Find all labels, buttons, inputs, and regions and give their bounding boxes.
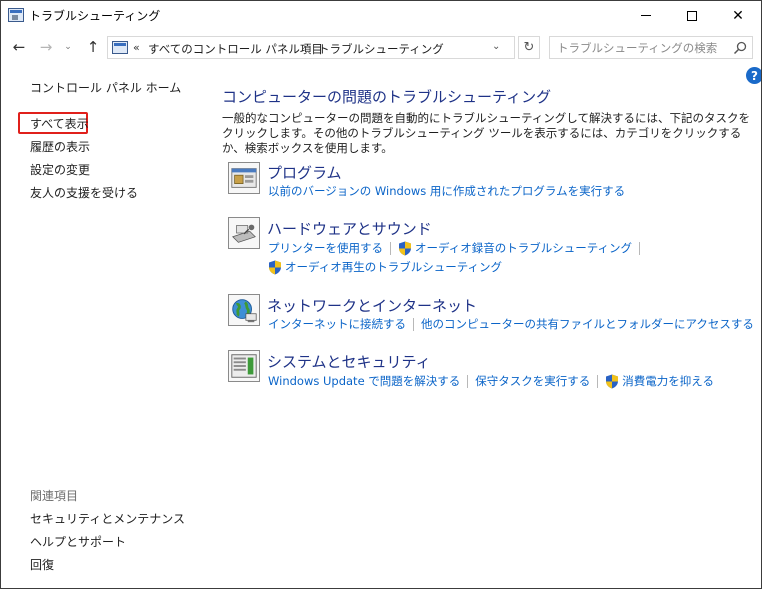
breadcrumb-overflow[interactable]: « xyxy=(133,41,140,54)
network-internet-icon[interactable] xyxy=(228,294,260,326)
refresh-button[interactable]: ↻ xyxy=(518,36,540,59)
programs-tasks: 以前のバージョンの Windows 用に作成されたプログラムを実行する xyxy=(268,183,625,201)
programs-icon[interactable] xyxy=(228,162,260,194)
reduce-power-link[interactable]: 消費電力を抑える xyxy=(622,373,714,389)
change-settings-link[interactable]: 設定の変更 xyxy=(30,161,90,178)
chevron-down-icon: ⌄ xyxy=(64,42,72,52)
maximize-button[interactable] xyxy=(669,1,715,30)
audio-recording-troubleshoot-link[interactable]: オーディオ録音のトラブルシューティング xyxy=(415,240,632,256)
view-all-link[interactable]: すべて表示 xyxy=(30,115,89,132)
close-icon: ✕ xyxy=(732,7,744,24)
task-separator xyxy=(390,241,391,255)
refresh-icon: ↻ xyxy=(523,40,535,55)
page-description: 一般的なコンピューターの問題を自動的にトラブルシューティングして解決するには、下… xyxy=(222,111,750,155)
breadcrumb-all-control-panel-items[interactable]: すべてのコントロール パネル項目 xyxy=(148,41,323,57)
task-separator xyxy=(639,241,641,255)
help-support-link[interactable]: ヘルプとサポート xyxy=(30,533,126,550)
help-icon: ? xyxy=(751,68,758,83)
search-icon[interactable] xyxy=(732,40,748,56)
system-security-title[interactable]: システムとセキュリティ xyxy=(267,351,431,372)
control-panel-home-link[interactable]: コントロール パネル ホーム xyxy=(30,79,181,96)
breadcrumb-troubleshooting[interactable]: トラブルシューティング xyxy=(318,41,444,57)
view-history-link[interactable]: 履歴の表示 xyxy=(30,138,90,155)
recent-locations-button[interactable]: ⌄ xyxy=(61,37,75,57)
audio-playback-troubleshoot-link[interactable]: オーディオ再生のトラブルシューティング xyxy=(285,259,502,275)
forward-button[interactable]: → xyxy=(36,37,56,57)
get-help-from-friend-link[interactable]: 友人の支援を受ける xyxy=(30,184,138,201)
back-button[interactable]: ← xyxy=(9,37,29,57)
use-printer-link[interactable]: プリンターを使用する xyxy=(268,240,383,256)
forward-arrow-icon: → xyxy=(39,38,53,56)
security-maintenance-link[interactable]: セキュリティとメンテナンス xyxy=(30,510,185,527)
hardware-sound-icon[interactable] xyxy=(228,217,260,249)
task-separator xyxy=(597,374,599,388)
shield-icon xyxy=(399,241,411,255)
recovery-link[interactable]: 回復 xyxy=(30,556,54,573)
run-maintenance-link[interactable]: 保守タスクを実行する xyxy=(475,373,590,389)
back-arrow-icon: ← xyxy=(12,38,26,56)
up-arrow-icon: ↑ xyxy=(86,38,100,56)
network-internet-title[interactable]: ネットワークとインターネット xyxy=(267,295,477,316)
hardware-sound-tasks-row-1: プリンターを使用する オーディオ録音のトラブルシューティング xyxy=(268,240,647,258)
related-items-heading: 関連項目 xyxy=(30,489,79,503)
help-button[interactable]: ? xyxy=(746,67,761,84)
control-panel-icon xyxy=(8,8,24,22)
breadcrumb-separator-icon[interactable]: › xyxy=(302,40,306,53)
troubleshooting-window: トラブルシューティング ✕ ← → ⌄ ↑ « すべてのコントロール パネル項目… xyxy=(0,0,762,589)
task-separator xyxy=(467,374,469,388)
shield-icon xyxy=(269,260,281,274)
page-title: コンピューターの問題のトラブルシューティング xyxy=(222,88,552,106)
minimize-icon xyxy=(641,15,651,16)
hardware-sound-title[interactable]: ハードウェアとサウンド xyxy=(267,218,432,239)
programs-title[interactable]: プログラム xyxy=(267,162,342,183)
minimize-button[interactable] xyxy=(623,1,669,30)
navigation-bar: ← → ⌄ ↑ « すべてのコントロール パネル項目 › トラブルシューティング… xyxy=(1,31,761,63)
search-box[interactable] xyxy=(549,36,753,59)
title-bar: トラブルシューティング ✕ xyxy=(1,1,761,31)
windows-update-link[interactable]: Windows Update で問題を解決する xyxy=(268,373,460,389)
connect-internet-link[interactable]: インターネットに接続する xyxy=(268,316,406,332)
address-bar[interactable]: « すべてのコントロール パネル項目 › トラブルシューティング ⌄ xyxy=(107,36,515,59)
hardware-sound-tasks-row-2: オーディオ再生のトラブルシューティング xyxy=(268,259,502,277)
up-button[interactable]: ↑ xyxy=(83,37,103,57)
run-older-programs-link[interactable]: 以前のバージョンの Windows 用に作成されたプログラムを実行する xyxy=(268,183,625,199)
control-panel-icon xyxy=(112,41,128,54)
network-internet-tasks: インターネットに接続する 他のコンピューターの共有ファイルとフォルダーにアクセスす… xyxy=(268,316,754,334)
window-title: トラブルシューティング xyxy=(29,9,161,23)
system-security-tasks: Windows Update で問題を解決する 保守タスクを実行する 消費電力を抑え… xyxy=(268,373,714,391)
task-separator xyxy=(413,317,414,331)
address-dropdown-icon[interactable]: ⌄ xyxy=(492,41,500,52)
access-shared-files-link[interactable]: 他のコンピューターの共有ファイルとフォルダーにアクセスする xyxy=(421,316,754,332)
search-input[interactable] xyxy=(550,37,730,58)
maximize-icon xyxy=(687,10,697,21)
shield-icon xyxy=(606,374,619,388)
close-button[interactable]: ✕ xyxy=(715,1,761,30)
system-security-icon[interactable] xyxy=(228,350,260,382)
